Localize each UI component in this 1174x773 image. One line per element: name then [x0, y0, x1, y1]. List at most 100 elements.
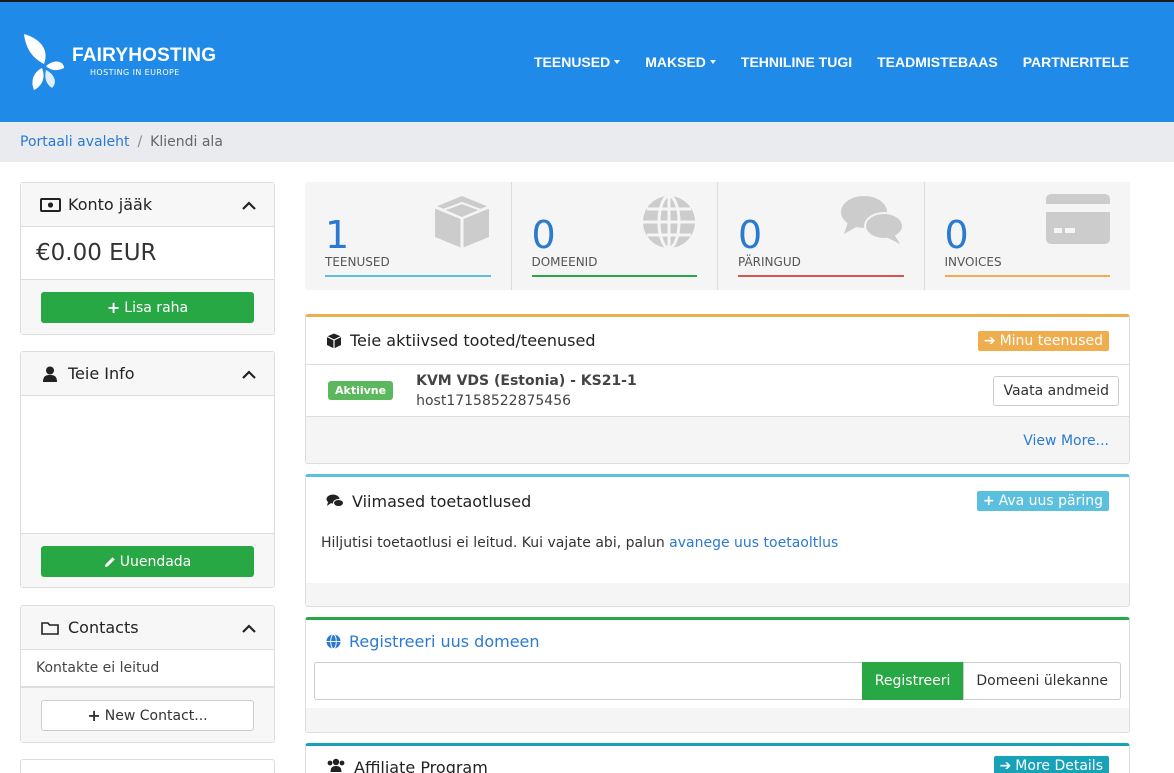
brand-title: FAIRYHOSTING [72, 45, 217, 66]
nav-item-partneritele[interactable]: PARTNERITELE [1023, 54, 1129, 70]
brand-logo[interactable]: FAIRYHOSTING HOSTING IN EUROPE [20, 32, 216, 92]
status-badge: Aktiivne [328, 381, 394, 400]
brand-subtitle: HOSTING IN EUROPE [90, 68, 180, 77]
affiliate-panel-title: Affiliate Program [354, 758, 488, 773]
stats-bar: 1 TEENUSED 0 DOMEENID 0 PÄRINGUD 0 INVOI… [305, 182, 1130, 290]
open-ticket-link[interactable]: avanege uus toetaoltlus [669, 535, 838, 551]
plus-icon: + [106, 298, 121, 317]
stat-domains-underline [531, 275, 697, 277]
service-row[interactable]: Aktiivne KVM VDS (Estonia) - KS21-1 host… [306, 365, 1129, 417]
stat-tickets-label: PÄRINGUD [738, 255, 801, 269]
stat-services-label: TEENUSED [325, 255, 390, 269]
affiliate-panel-header: Affiliate Program ➔ More Details [306, 746, 1129, 773]
services-panel: Teie aktiivsed tooted/teenused ➔ Minu te… [305, 314, 1130, 464]
info-panel-header[interactable]: Teie Info [21, 352, 274, 396]
balance-panel-header[interactable]: Konto jääk [21, 183, 274, 227]
services-panel-header: Teie aktiivsed tooted/teenused ➔ Minu te… [306, 317, 1129, 365]
my-services-label: Minu teenused [999, 332, 1103, 349]
stat-services[interactable]: 1 TEENUSED [305, 182, 512, 290]
domain-search-group: Registreeri Domeeni ülekanne [314, 662, 1121, 700]
open-ticket-button[interactable]: + Ava uus päring [976, 491, 1109, 511]
chevron-up-icon[interactable] [242, 618, 256, 637]
top-header: FAIRYHOSTING HOSTING IN EUROPE TEENUSED … [0, 0, 1174, 122]
tickets-panel-title: Viimased toetaotlused [352, 491, 532, 511]
folder-icon [39, 621, 61, 635]
contacts-panel-header[interactable]: Contacts [21, 606, 274, 650]
pencil-icon [104, 556, 116, 568]
main-nav: TEENUSED MAKSED TEHNILINE TUGI TEADMISTE… [509, 54, 1129, 70]
tickets-panel-header: Viimased toetaotlused + Ava uus päring [306, 477, 1129, 525]
contacts-panel-title: Contacts [68, 618, 139, 637]
cube-icon [433, 194, 491, 254]
balance-panel: Konto jääk €0.00 EUR + Lisa raha [20, 182, 275, 335]
nav-item-teadmistebaas[interactable]: TEADMISTEBAAS [877, 54, 998, 70]
domain-input[interactable] [314, 662, 862, 700]
contacts-empty-text: Kontakte ei leitud [21, 650, 274, 687]
plus-icon: + [982, 493, 995, 509]
tickets-empty-message: Hiljutisi toetaotlusi ei leitud. Kui vaj… [306, 525, 1129, 583]
stat-domains-label: DOMEENID [531, 255, 598, 269]
update-info-label: Uuendada [119, 553, 192, 570]
plus-icon: + [87, 706, 101, 725]
stat-invoices[interactable]: 0 INVOICES [925, 182, 1131, 290]
caret-down-icon [709, 60, 716, 64]
my-services-button[interactable]: ➔ Minu teenused [977, 330, 1109, 351]
service-name: KVM VDS (Estonia) - KS21-1 [416, 372, 637, 389]
new-contact-label: New Contact... [104, 707, 208, 724]
add-funds-label: Lisa raha [124, 299, 189, 316]
breadcrumb: Portaali avaleht / Kliendi ala [0, 122, 1174, 162]
stat-invoices-value: 0 [944, 213, 969, 257]
globe-icon [641, 194, 697, 254]
domain-panel: Registreeri uus domeen Registreeri Domee… [305, 617, 1130, 733]
stat-services-underline [325, 275, 491, 277]
view-more-link[interactable]: View More... [1023, 433, 1109, 449]
chevron-up-icon[interactable] [242, 364, 256, 383]
info-panel: Teie Info Uuendada [20, 351, 275, 588]
arrow-right-icon: ➔ [999, 758, 1012, 773]
sidebar-next-panel [20, 759, 275, 773]
tickets-panel: Viimased toetaotlused + Ava uus päring H… [305, 474, 1130, 607]
stat-invoices-label: INVOICES [944, 255, 1002, 269]
breadcrumb-current: Kliendi ala [150, 134, 223, 150]
globe-icon [326, 633, 341, 649]
stat-tickets[interactable]: 0 PÄRINGUD [718, 182, 925, 290]
info-panel-body [21, 396, 274, 533]
credit-card-icon [1046, 194, 1110, 248]
caret-down-icon [614, 60, 621, 64]
affiliate-details-label: More Details [1015, 758, 1103, 773]
butterfly-logo-icon [24, 34, 64, 90]
service-host: host17158522875456 [416, 392, 572, 409]
nav-item-tehniline-tugi[interactable]: TEHNILINE TUGI [741, 54, 852, 70]
tickets-empty-text: Hiljutisi toetaotlusi ei leitud. Kui vaj… [321, 535, 665, 551]
update-info-button[interactable]: Uuendada [41, 546, 254, 577]
breadcrumb-home-link[interactable]: Portaali avaleht [20, 134, 129, 150]
nav-item-teenused[interactable]: TEENUSED [534, 54, 621, 70]
register-domain-button[interactable]: Registreeri [861, 662, 964, 700]
cube-icon [326, 333, 342, 349]
money-icon [39, 197, 61, 212]
affiliate-panel: Affiliate Program ➔ More Details [305, 743, 1130, 773]
transfer-domain-button[interactable]: Domeeni ülekanne [963, 662, 1121, 700]
services-panel-title: Teie aktiivsed tooted/teenused [350, 331, 596, 350]
add-funds-button[interactable]: + Lisa raha [41, 292, 254, 323]
new-contact-button[interactable]: + New Contact... [41, 700, 254, 731]
stat-services-value: 1 [325, 213, 350, 257]
chevron-up-icon[interactable] [242, 195, 256, 214]
arrow-right-icon: ➔ [983, 332, 996, 349]
info-panel-title: Teie Info [68, 364, 135, 383]
stat-tickets-value: 0 [738, 213, 763, 257]
users-icon [326, 758, 346, 772]
affiliate-details-button[interactable]: ➔ More Details [993, 756, 1109, 773]
stat-domains[interactable]: 0 DOMEENID [512, 182, 718, 290]
comments-icon [840, 194, 904, 250]
view-details-button[interactable]: Vaata andmeid [993, 375, 1119, 406]
domain-panel-title: Registreeri uus domeen [349, 631, 540, 651]
comments-icon [326, 494, 344, 508]
balance-panel-title: Konto jääk [68, 195, 153, 214]
stat-invoices-underline [944, 275, 1110, 277]
nav-item-maksed[interactable]: MAKSED [645, 54, 716, 70]
stat-domains-value: 0 [531, 213, 556, 257]
breadcrumb-separator: / [137, 134, 143, 150]
user-icon [39, 366, 61, 382]
domain-panel-header: Registreeri uus domeen [306, 620, 1129, 662]
